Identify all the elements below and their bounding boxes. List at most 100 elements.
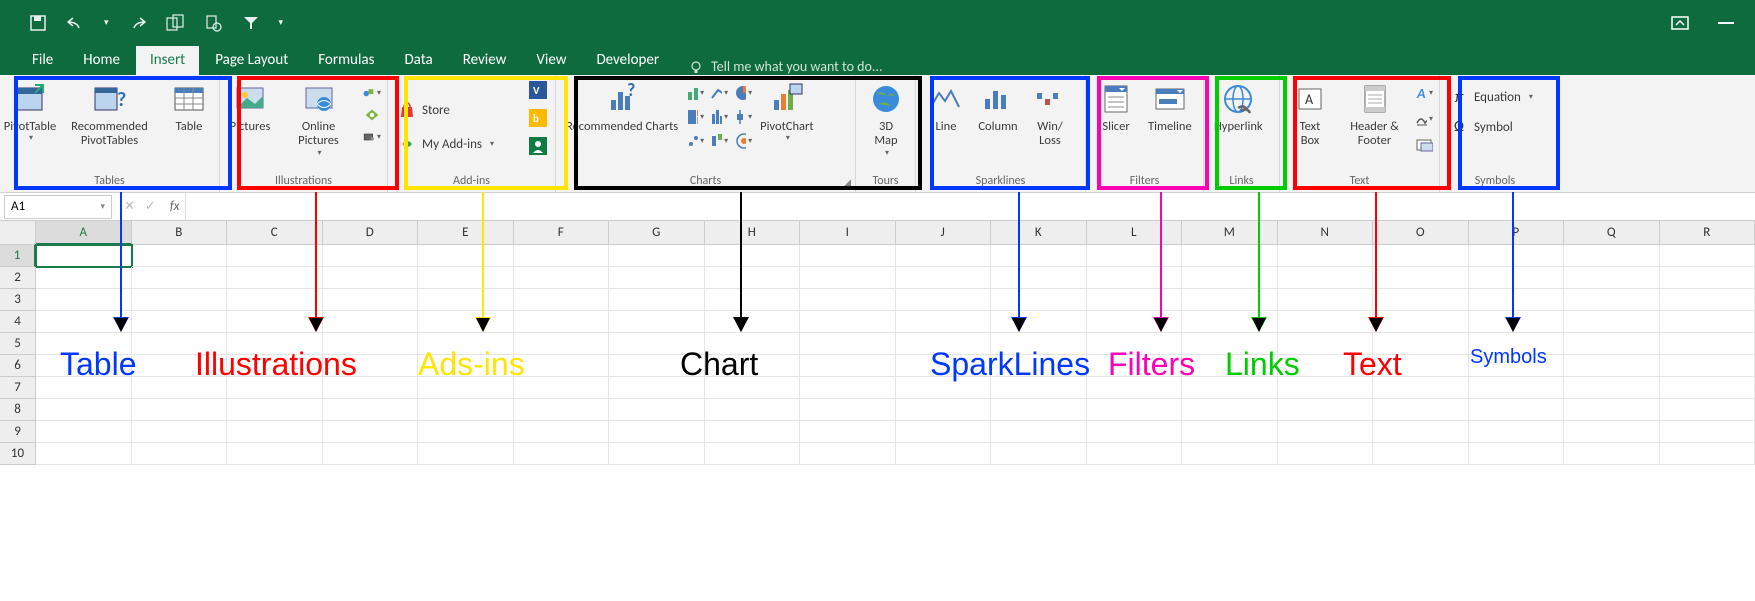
column-header-I[interactable]: I [800,221,896,245]
cell-J10[interactable] [896,443,992,465]
row-header-9[interactable]: 9 [0,421,36,443]
qat-customize-icon[interactable]: ▾ [279,17,284,28]
cell-Q10[interactable] [1564,443,1660,465]
cell-J1[interactable] [896,245,992,267]
cell-R6[interactable] [1660,355,1755,377]
equation-button[interactable]: π Equation▾ [1446,86,1537,108]
cell-K1[interactable] [991,245,1087,267]
fx-icon[interactable]: fx [164,199,186,214]
wordart-icon[interactable]: A▾ [1415,84,1433,102]
cell-J3[interactable] [896,289,992,311]
cell-B9[interactable] [132,421,228,443]
3d-map-button[interactable]: 3D Map▾ [862,80,910,160]
cell-J8[interactable] [896,399,992,421]
cell-B10[interactable] [132,443,228,465]
cell-P10[interactable] [1469,443,1565,465]
cell-G3[interactable] [609,289,705,311]
cell-M1[interactable] [1182,245,1278,267]
pivotchart-button[interactable]: PivotChart▾ [756,80,817,146]
tab-file[interactable]: File [18,46,67,75]
cell-A9[interactable] [36,421,132,443]
cell-F9[interactable] [514,421,610,443]
cell-A3[interactable] [36,289,132,311]
cell-E1[interactable] [418,245,514,267]
cell-K10[interactable] [991,443,1087,465]
cell-I2[interactable] [800,267,896,289]
cell-G4[interactable] [609,311,705,333]
screenshot-icon[interactable]: ▾ [363,128,381,146]
cell-A8[interactable] [36,399,132,421]
minimize-icon[interactable] [1717,14,1735,32]
column-header-G[interactable]: G [609,221,705,245]
cell-F10[interactable] [514,443,610,465]
treemap-chart-icon[interactable]: ▾ [686,108,704,126]
row-header-5[interactable]: 5 [0,333,36,355]
tell-me-search[interactable]: Tell me what you want to do... [675,58,882,75]
table-button[interactable]: Table [165,80,213,136]
cell-H1[interactable] [705,245,801,267]
signature-line-icon[interactable]: ▾ [1415,110,1433,128]
cell-E10[interactable] [418,443,514,465]
symbol-button[interactable]: Ω Symbol [1446,116,1517,138]
surface-chart-icon[interactable]: ▾ [734,132,752,150]
header-footer-button[interactable]: Header & Footer [1338,80,1411,151]
cell-G10[interactable] [609,443,705,465]
shapes-icon[interactable]: ▾ [363,84,381,102]
tab-home[interactable]: Home [69,46,134,75]
my-addins-button[interactable]: My Add-ins▾ [394,133,498,155]
column-header-E[interactable]: E [418,221,514,245]
sparkline-column-button[interactable]: Column [974,80,1022,136]
cell-H8[interactable] [705,399,801,421]
cell-K3[interactable] [991,289,1087,311]
cell-P1[interactable] [1469,245,1565,267]
pie-chart-icon[interactable]: ▾ [734,84,752,102]
cell-H2[interactable] [705,267,801,289]
column-header-J[interactable]: J [896,221,992,245]
scatter-chart-icon[interactable]: ▾ [686,132,704,150]
column-header-A[interactable]: A [36,221,132,245]
cell-N9[interactable] [1278,421,1374,443]
recommended-pivottables-button[interactable]: ? Recommended PivotTables [58,80,161,151]
cell-D2[interactable] [323,267,419,289]
cell-N10[interactable] [1278,443,1374,465]
cell-O8[interactable] [1373,399,1469,421]
cell-F8[interactable] [514,399,610,421]
cell-I3[interactable] [800,289,896,311]
cell-K2[interactable] [991,267,1087,289]
redo-icon[interactable] [127,13,147,33]
column-header-R[interactable]: R [1660,221,1755,245]
sparkline-winloss-button[interactable]: Win/ Loss [1026,80,1074,151]
cell-R5[interactable] [1660,333,1755,355]
cell-L9[interactable] [1087,421,1183,443]
cell-I9[interactable] [800,421,896,443]
sparkline-line-button[interactable]: Line [922,80,970,136]
cell-F3[interactable] [514,289,610,311]
cell-Q9[interactable] [1564,421,1660,443]
cell-C2[interactable] [227,267,323,289]
row-header-4[interactable]: 4 [0,311,36,333]
cell-Q6[interactable] [1564,355,1660,377]
tab-review[interactable]: Review [449,46,521,75]
hyperlink-button[interactable]: Hyperlink [1210,80,1267,136]
column-header-K[interactable]: K [991,221,1087,245]
cell-Q8[interactable] [1564,399,1660,421]
column-header-F[interactable]: F [514,221,610,245]
undo-icon[interactable] [66,13,86,33]
cell-B1[interactable] [132,245,228,267]
cell-M9[interactable] [1182,421,1278,443]
cell-F5[interactable] [514,333,610,355]
cell-J4[interactable] [896,311,992,333]
row-header-6[interactable]: 6 [0,355,36,377]
row-header-1[interactable]: 1 [0,245,36,267]
cell-D8[interactable] [323,399,419,421]
cell-A10[interactable] [36,443,132,465]
timeline-button[interactable]: Timeline [1144,80,1196,136]
cell-P9[interactable] [1469,421,1565,443]
undo-dropdown-icon[interactable]: ▾ [104,17,109,28]
row-header-7[interactable]: 7 [0,377,36,399]
column-header-N[interactable]: N [1278,221,1374,245]
cell-A2[interactable] [36,267,132,289]
cell-C9[interactable] [227,421,323,443]
cell-I1[interactable] [800,245,896,267]
cell-A1[interactable] [36,245,132,267]
